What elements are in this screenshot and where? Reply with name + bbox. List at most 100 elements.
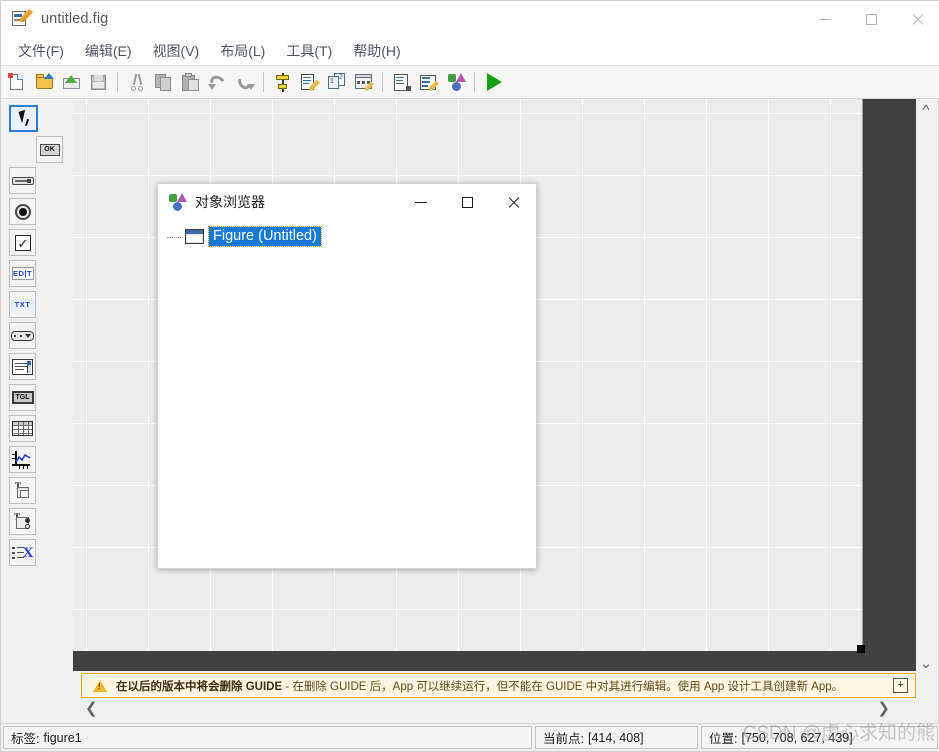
guide-deprecation-banner: 在以后的版本中将会删除 GUIDE - 在删除 GUIDE 后，App 可以继续…: [81, 673, 916, 698]
cut-scissors-icon: [127, 73, 147, 92]
tool-panel[interactable]: T: [9, 477, 36, 504]
resize-handle[interactable]: [857, 645, 865, 653]
tool-popup-menu[interactable]: [9, 322, 36, 349]
object-browser-maximize-button[interactable]: [444, 184, 490, 220]
chevron-down-icon[interactable]: ⌄: [916, 656, 936, 671]
toolbar-save-as[interactable]: [59, 69, 85, 95]
minimize-button[interactable]: [802, 1, 848, 37]
object-browser-close-button[interactable]: [490, 184, 536, 220]
object-browser-minimize-button[interactable]: [398, 184, 444, 220]
chevron-up-icon[interactable]: ^: [916, 103, 936, 118]
window-title: untitled.fig: [41, 11, 109, 27]
toolbar-object-browser[interactable]: [443, 69, 469, 95]
toolbar-toolbar-editor[interactable]: [351, 69, 377, 95]
statusbar: 标签: figure1 当前点: [414, 408] 位置: [750, 70…: [1, 723, 939, 751]
status-current-point-label: 当前点:: [543, 732, 584, 746]
static-text-icon: TXT: [11, 298, 34, 311]
minimize-icon: [415, 201, 427, 203]
menu-tools[interactable]: 工具(T): [277, 38, 341, 64]
toolbar-separator: [382, 72, 383, 92]
toolbar-run[interactable]: [481, 69, 507, 95]
banner-expand-button[interactable]: +: [893, 678, 908, 693]
tool-activex-control[interactable]: X: [9, 539, 36, 566]
tree-item-figure[interactable]: Figure (Untitled): [158, 226, 536, 247]
edit-text-icon: ED|T: [11, 267, 34, 280]
tool-listbox[interactable]: [9, 353, 36, 380]
status-position-label: 位置:: [709, 732, 738, 746]
property-inspector-icon: [419, 73, 439, 92]
tab-order-editor-icon: 1 2: [327, 72, 347, 92]
chevron-right-icon[interactable]: ❯: [877, 701, 890, 716]
status-position-value: [750, 708, 627, 439]: [741, 730, 853, 745]
toolbar-redo[interactable]: [232, 69, 258, 95]
chevron-left-icon[interactable]: ❮: [85, 701, 98, 716]
toolbar-cut[interactable]: [124, 69, 150, 95]
save-icon: [89, 73, 109, 92]
toolbar-new[interactable]: [5, 69, 31, 95]
menu-help[interactable]: 帮助(H): [344, 38, 409, 64]
tool-edit-text[interactable]: ED|T: [9, 260, 36, 287]
tool-radio-button[interactable]: [9, 198, 36, 225]
tool-checkbox[interactable]: ✓: [9, 229, 36, 256]
status-current-point-field: 当前点: [414, 408]: [535, 726, 698, 749]
status-tag-field: 标签: figure1: [3, 726, 532, 749]
toolbar-paste[interactable]: [178, 69, 204, 95]
toolbar-separator: [117, 72, 118, 92]
radio-button-icon: [14, 203, 31, 220]
toolbar-separator: [263, 72, 264, 92]
window-titlebar: untitled.fig: [1, 1, 939, 37]
tool-axes[interactable]: [9, 446, 36, 473]
status-position-field: 位置: [750, 708, 627, 439] CSDN @虚心求知的熊: [701, 723, 938, 749]
close-button[interactable]: [894, 1, 939, 37]
undo-icon: [208, 72, 228, 92]
align-objects-icon: [273, 72, 293, 92]
run-icon: [486, 73, 502, 91]
tool-button-group[interactable]: T: [9, 508, 36, 535]
toolbar-property-inspector[interactable]: [416, 69, 442, 95]
vertical-scrollbar[interactable]: ^ ⌄: [916, 99, 936, 671]
tool-static-text[interactable]: TXT: [9, 291, 36, 318]
toolbar-align-objects[interactable]: [270, 69, 296, 95]
close-icon: [911, 13, 924, 26]
activex-control-icon: X: [11, 545, 34, 561]
menu-editor-icon: [300, 73, 320, 92]
toolbar-undo[interactable]: [205, 69, 231, 95]
maximize-button[interactable]: [848, 1, 894, 37]
open-folder-icon: [35, 72, 55, 92]
toolbar-open[interactable]: [32, 69, 58, 95]
status-tag-label: 标签:: [11, 732, 40, 746]
table-icon: [12, 421, 33, 436]
horizontal-scrollbar[interactable]: ❮ ❯: [73, 699, 918, 721]
object-browser-tree[interactable]: Figure (Untitled): [158, 220, 536, 247]
figure-node-icon: [185, 229, 204, 244]
paste-icon: [181, 72, 201, 92]
copy-icon: [154, 73, 174, 92]
tool-toggle-button[interactable]: TGL: [9, 384, 36, 411]
save-as-icon: [62, 73, 82, 92]
warning-triangle-icon: [93, 679, 107, 692]
toolbar-m-file-editor[interactable]: [389, 69, 415, 95]
toolbar-save[interactable]: [86, 69, 112, 95]
toolbar-separator: [474, 72, 475, 92]
fig-file-icon: [12, 9, 33, 29]
component-palette: OK ✓ ED|T TXT TGL T X: [9, 105, 65, 566]
tool-table[interactable]: [9, 415, 36, 442]
object-browser-icon: [167, 193, 187, 211]
menu-file[interactable]: 文件(F): [9, 38, 73, 64]
menu-edit[interactable]: 编辑(E): [76, 38, 141, 64]
push-button-icon: OK: [39, 143, 60, 156]
listbox-icon: [12, 358, 33, 375]
toolbar-copy[interactable]: [151, 69, 177, 95]
panel-icon: T: [13, 481, 32, 499]
toolbar: 1 2: [1, 66, 939, 99]
tool-select-cursor[interactable]: [9, 105, 38, 132]
menu-layout[interactable]: 布局(L): [211, 38, 274, 64]
tool-push-button[interactable]: OK: [36, 136, 63, 163]
tool-slider[interactable]: [9, 167, 36, 194]
tree-item-label: Figure (Untitled): [208, 226, 322, 247]
object-browser-icon: [446, 72, 466, 92]
toolbar-tab-order-editor[interactable]: 1 2: [324, 69, 350, 95]
new-figure-icon: [8, 72, 28, 92]
toolbar-menu-editor[interactable]: [297, 69, 323, 95]
menu-view[interactable]: 视图(V): [144, 38, 209, 64]
